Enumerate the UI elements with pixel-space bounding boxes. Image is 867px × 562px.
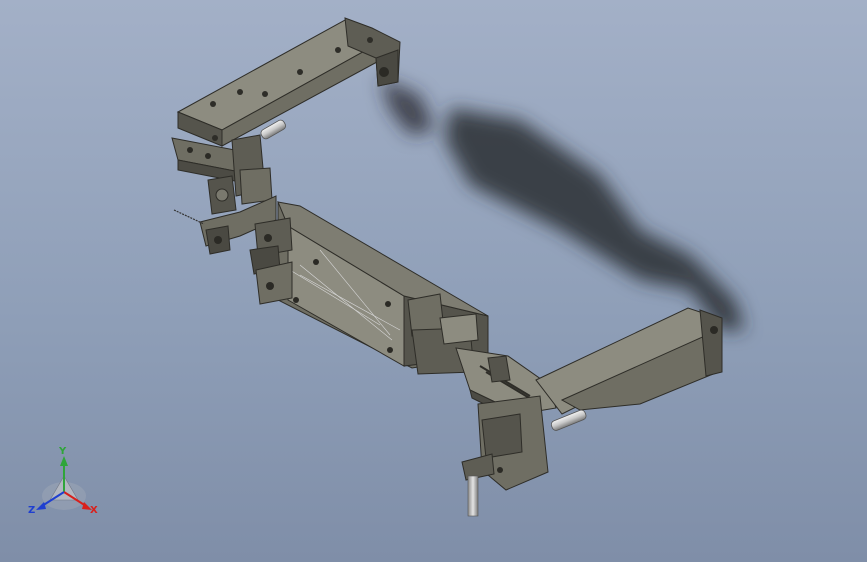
triad-x-label: X <box>90 505 98 516</box>
triad-z-arrow <box>36 502 46 510</box>
triad-y-arrow <box>60 456 68 466</box>
orientation-triad <box>36 456 92 510</box>
lower-cylinder-assembly[interactable] <box>461 395 549 517</box>
triad-y-label: Y <box>59 446 67 457</box>
cad-model-scene[interactable] <box>0 0 867 562</box>
right-mounting-arm[interactable] <box>535 307 723 432</box>
upper-mounting-beam[interactable] <box>176 17 401 147</box>
triad-z-label: Z <box>28 505 36 516</box>
graphics-viewport[interactable]: Y X Z <box>0 0 867 562</box>
